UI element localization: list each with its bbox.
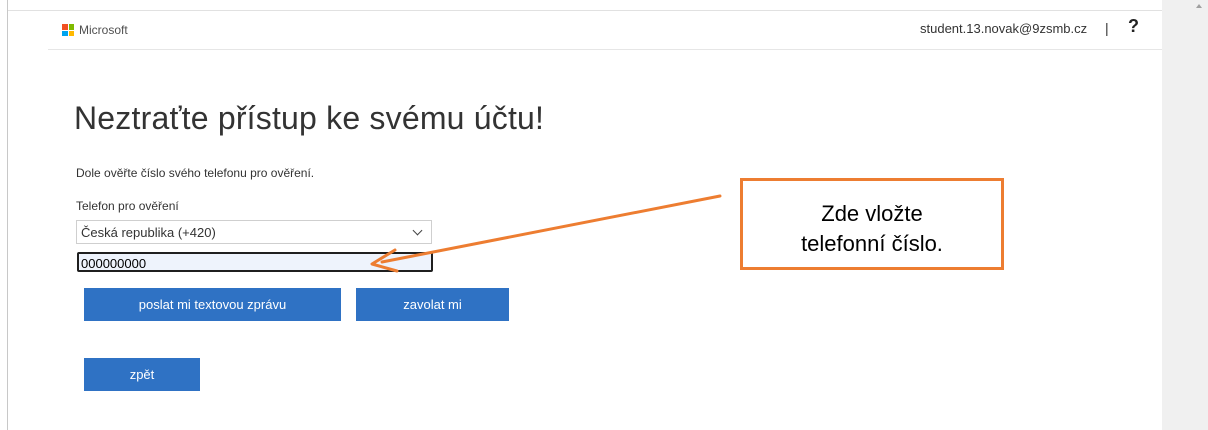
annotation-arrow-icon — [370, 194, 722, 273]
